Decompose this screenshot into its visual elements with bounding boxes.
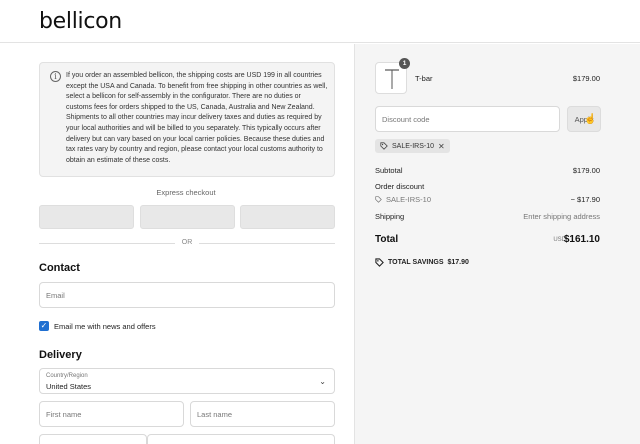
total-savings: TOTAL SAVINGS $17.90 <box>375 258 469 267</box>
express-checkout-label: Express checkout <box>156 188 216 197</box>
shipping-label: Shipping <box>375 212 405 221</box>
savings-label: TOTAL SAVINGS <box>388 259 444 266</box>
first-name-input[interactable] <box>39 401 184 427</box>
country-label: Country/Region <box>46 373 88 379</box>
order-discount-label: Order discount <box>375 182 425 191</box>
header: bellicon <box>0 0 640 43</box>
email-input[interactable] <box>39 282 335 308</box>
product-price: $179.00 <box>572 74 600 83</box>
checkout-main: i If you order an assembled bellicon, th… <box>0 44 354 444</box>
newsletter-checkbox[interactable]: ✓ <box>39 321 49 331</box>
mouse-cursor-icon: ☝ <box>584 114 597 125</box>
country-select[interactable]: Country/Region United States ⌄ <box>39 368 335 394</box>
notice-text: If you order an assembled bellicon, the … <box>66 72 328 164</box>
product-name: T-bar <box>415 74 433 83</box>
logo[interactable]: bellicon <box>39 9 122 34</box>
express-pay-button-2[interactable] <box>140 205 235 229</box>
chevron-down-icon: ⌄ <box>319 377 326 386</box>
tag-icon <box>380 142 388 150</box>
tag-icon <box>375 258 384 267</box>
info-icon: i <box>50 71 61 82</box>
address-field-partial[interactable] <box>39 434 147 444</box>
applied-code: SALE-IRS-10 <box>392 142 435 150</box>
tag-icon <box>375 196 382 203</box>
newsletter-label: Email me with news and offers <box>54 322 156 331</box>
shipping-notice: i If you order an assembled bellicon, th… <box>39 62 335 177</box>
remove-discount-icon[interactable]: ✕ <box>438 142 445 151</box>
order-summary: 1 T-bar $179.00 Apply ☝ SALE-IRS-10 ✕ Su… <box>354 44 640 444</box>
applied-discount-tag: SALE-IRS-10 ✕ <box>375 139 450 153</box>
subtotal-label: Subtotal <box>375 166 403 175</box>
order-discount-value: − $17.90 <box>570 195 600 204</box>
express-pay-button-3[interactable] <box>240 205 335 229</box>
quantity-badge: 1 <box>399 58 410 69</box>
address-field-partial-2[interactable] <box>147 434 335 444</box>
total-label: Total <box>375 234 399 245</box>
contact-title: Contact <box>39 262 80 274</box>
subtotal-value: $179.00 <box>572 166 600 175</box>
t-bar-product-image <box>385 69 399 89</box>
delivery-title: Delivery <box>39 349 82 361</box>
total-value: $161.10 <box>563 234 600 245</box>
savings-value: $17.90 <box>447 259 469 266</box>
or-divider: OR <box>39 238 335 248</box>
express-pay-button-1[interactable] <box>39 205 134 229</box>
discount-code-input[interactable] <box>375 106 560 132</box>
last-name-input[interactable] <box>190 401 335 427</box>
shipping-value: Enter shipping address <box>523 212 600 221</box>
order-discount-code-row: SALE-IRS-10 <box>375 195 431 204</box>
country-value: United States <box>46 382 92 391</box>
divider-line-right <box>199 243 335 244</box>
order-discount-code: SALE-IRS-10 <box>386 195 432 204</box>
